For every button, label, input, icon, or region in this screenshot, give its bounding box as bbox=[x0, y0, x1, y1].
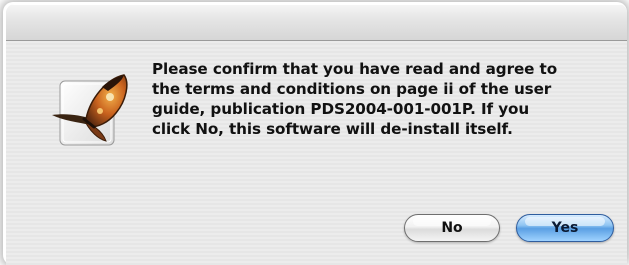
message-line-2: the terms and conditions on page ii of t… bbox=[152, 80, 552, 98]
message-line-1: Please confirm that you have read and ag… bbox=[152, 60, 558, 78]
dialog-titlebar bbox=[6, 4, 627, 41]
confirmation-dialog: Please confirm that you have read and ag… bbox=[6, 4, 627, 265]
dialog-message: Please confirm that you have read and ag… bbox=[152, 59, 572, 139]
screenshot-stage: Please confirm that you have read and ag… bbox=[0, 0, 629, 265]
message-line-3: guide, publication PDS2004-001-001P. If … bbox=[152, 100, 530, 118]
butterfly-app-icon bbox=[52, 74, 128, 146]
message-line-4: click No, this software will de-install … bbox=[152, 120, 513, 138]
no-button-label: No bbox=[441, 220, 463, 236]
dialog-body: Please confirm that you have read and ag… bbox=[6, 41, 627, 265]
yes-button[interactable]: Yes bbox=[516, 214, 614, 242]
no-button[interactable]: No bbox=[404, 214, 500, 242]
yes-button-label: Yes bbox=[551, 220, 579, 236]
titlebar-highlight bbox=[6, 4, 627, 5]
